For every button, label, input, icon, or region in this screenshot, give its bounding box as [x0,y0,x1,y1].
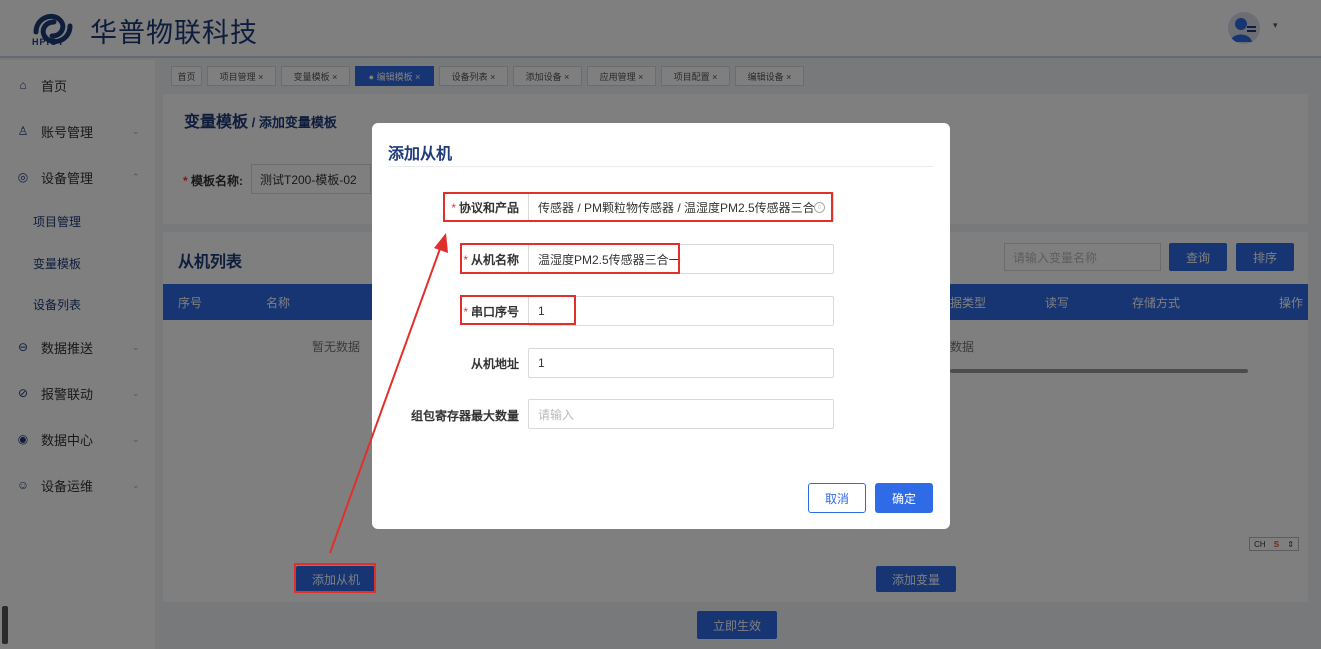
annotation-arrow-line [329,245,442,554]
annotation-arrow [329,233,448,554]
annotation-arrow-head [434,233,448,253]
